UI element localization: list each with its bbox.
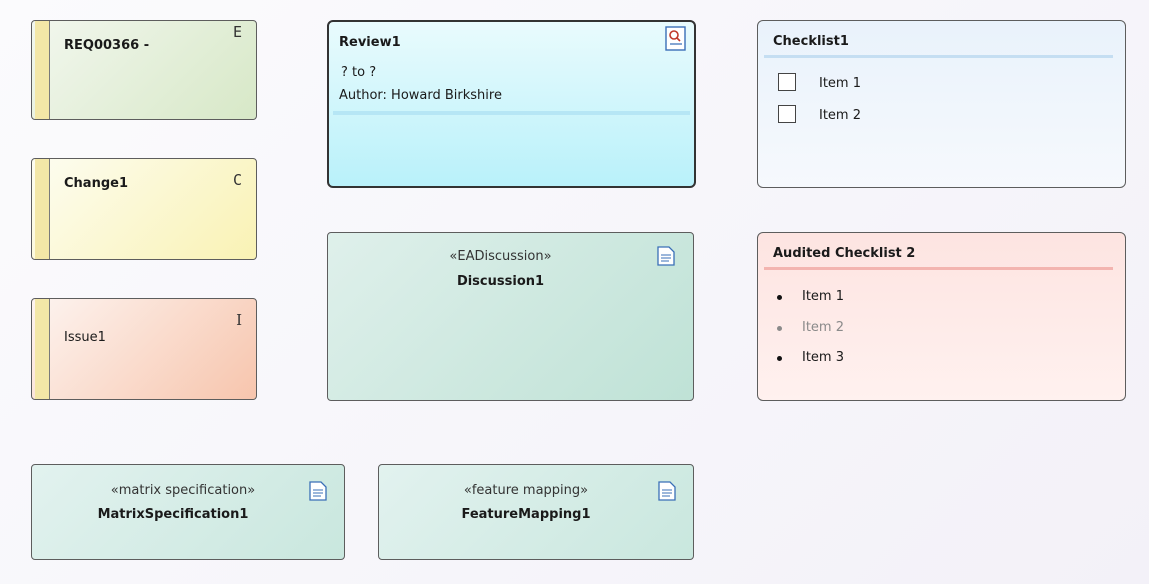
feature-stereotype: «feature mapping» [463,483,589,498]
checklist-name: Checklist1 [773,34,849,49]
checklist-divider [764,55,1113,58]
feature-name: FeatureMapping1 [461,507,591,522]
review-icon [665,26,686,51]
bullet-icon [777,326,782,331]
matrix-stereotype: «matrix specification» [110,483,256,498]
feature-mapping-artifact[interactable]: «feature mapping» FeatureMapping1 [378,464,694,560]
requirement-element[interactable]: REQ00366 - E [31,20,257,120]
discussion-stereotype: «EADiscussion» [449,249,552,264]
matrix-specification-artifact[interactable]: «matrix specification» MatrixSpecificati… [31,464,345,560]
audited-checklist-element[interactable]: Audited Checklist 2 Item 1 Item 2 Item 3 [757,232,1126,401]
review-author: Author: Howard Birkshire [339,88,502,103]
change-element[interactable]: Change1 C [31,158,257,260]
checkbox-item-2[interactable] [778,105,796,123]
document-icon [658,481,676,501]
discussion-name: Discussion1 [456,274,545,289]
requirement-type-icon: E [232,23,242,41]
issue-type-icon: I [236,311,242,329]
review-element[interactable]: Review1 ? to ? Author: Howard Birkshire [327,20,696,188]
bullet-icon [777,295,782,300]
audited-item-3: Item 3 [802,350,844,365]
issue-element[interactable]: Issue1 I [31,298,257,400]
issue-name: Issue1 [64,330,106,345]
requirement-name: REQ00366 - [64,38,150,53]
document-icon [309,481,327,501]
discussion-artifact[interactable]: «EADiscussion» Discussion1 [327,232,694,401]
checklist-item: Item 2 [819,108,861,123]
checkbox-item-1[interactable] [778,73,796,91]
audited-item-2: Item 2 [802,320,844,335]
checklist-item: Item 1 [819,76,861,91]
change-name: Change1 [64,176,128,191]
element-stripe [35,299,50,399]
bullet-icon [777,356,782,361]
audited-checklist-divider [764,267,1113,270]
review-divider [333,111,690,115]
document-icon [657,246,675,266]
element-stripe [35,21,50,119]
change-type-icon: C [232,171,242,189]
checklist-element[interactable]: Checklist1 Item 1 Item 2 [757,20,1126,188]
matrix-name: MatrixSpecification1 [97,507,249,522]
review-status: ? to ? [341,65,377,80]
review-name: Review1 [339,35,401,50]
audited-checklist-name: Audited Checklist 2 [773,246,916,261]
element-stripe [35,159,50,259]
audited-item-1: Item 1 [802,289,844,304]
